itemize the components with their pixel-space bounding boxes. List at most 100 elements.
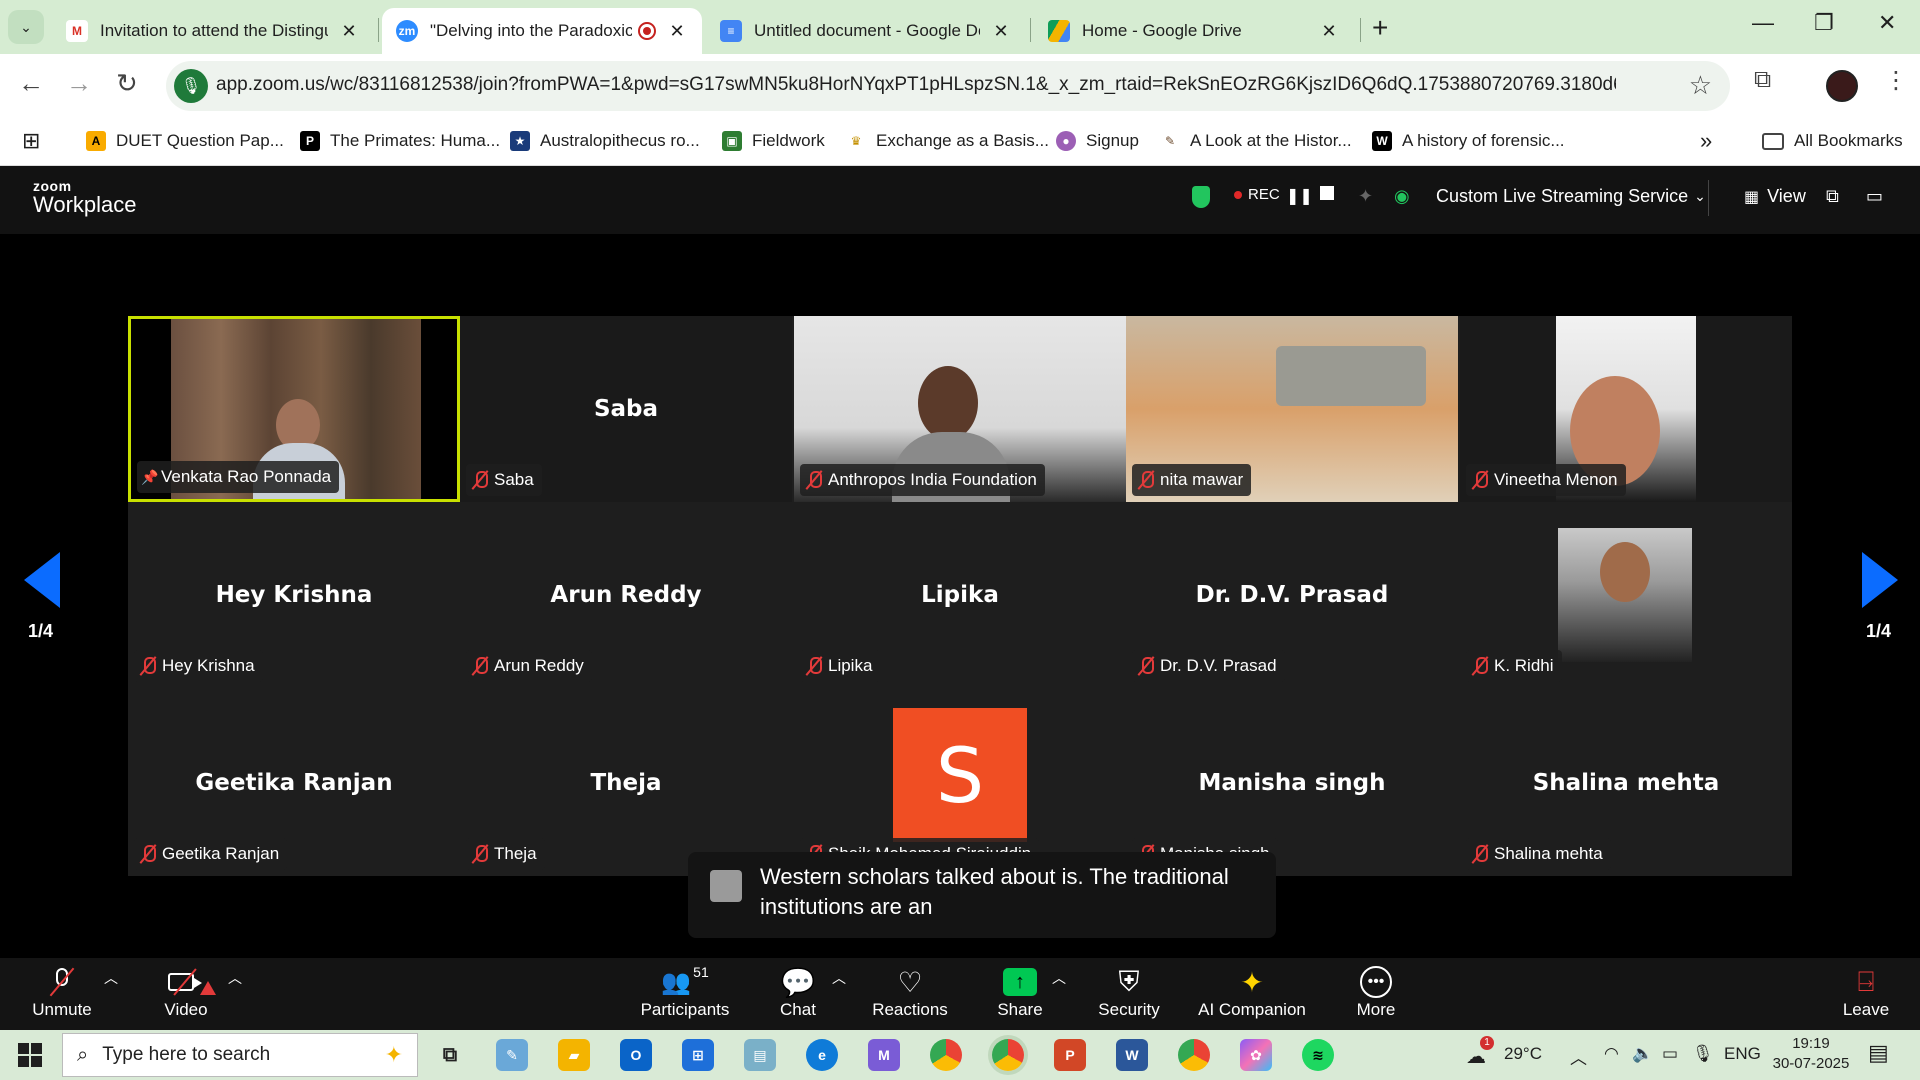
microsoft-365-icon[interactable]: M <box>868 1039 900 1071</box>
windows-start-icon[interactable] <box>18 1043 42 1067</box>
new-tab-button[interactable]: + <box>1372 12 1388 44</box>
close-icon[interactable]: ✕ <box>338 21 360 42</box>
bookmark-item[interactable]: A DUET Question Pap... <box>86 126 284 156</box>
bookmark-item[interactable]: ♛ Exchange as a Basis... <box>846 126 1049 156</box>
participant-tile[interactable]: Vineetha Menon <box>1460 316 1792 502</box>
pip-icon[interactable]: ⧉ <box>1826 186 1839 207</box>
file-explorer-icon[interactable]: ▰ <box>558 1039 590 1071</box>
language-indicator[interactable]: ENG <box>1724 1044 1761 1064</box>
menu-kebab-icon[interactable]: ⋮ <box>1884 66 1908 95</box>
battery-icon[interactable]: ▭ <box>1662 1044 1678 1064</box>
edge-browser-icon[interactable]: e <box>806 1039 838 1071</box>
more-bookmarks-button[interactable]: » <box>1700 126 1712 156</box>
next-page-arrow-icon[interactable] <box>1862 552 1898 608</box>
chat-button[interactable]: 💬 Chat <box>770 964 826 1020</box>
participant-tile[interactable]: Saba Saba <box>460 316 792 502</box>
chat-options-caret-icon[interactable]: ︿ <box>832 968 846 988</box>
restore-icon[interactable]: ❐ <box>1814 10 1834 36</box>
microphone-tray-icon[interactable]: 🎙 <box>1692 1044 1714 1064</box>
bookmark-item[interactable]: ● Signup <box>1056 126 1139 156</box>
participant-tile[interactable]: S Shaik Mohamed Sirajuddin <box>794 690 1126 876</box>
participant-tile[interactable]: Arun Reddy Arun Reddy <box>460 502 792 688</box>
audio-options-caret-icon[interactable]: ︿ <box>104 968 118 988</box>
forward-icon[interactable]: → <box>66 68 92 99</box>
share-button[interactable]: ↑ Share <box>992 964 1048 1020</box>
powerpoint-icon[interactable]: P <box>1054 1039 1086 1071</box>
task-view-icon[interactable]: ⧉ <box>434 1039 466 1071</box>
stop-recording-icon[interactable] <box>1320 186 1334 200</box>
microphone-icon[interactable]: 🎙 <box>174 69 208 103</box>
participant-tile[interactable]: Shalina mehta Shalina mehta <box>1460 690 1792 876</box>
tab-zoom-meeting[interactable]: zm "Delving into the Paradoxic ✕ <box>382 8 702 54</box>
bookmark-item[interactable]: P The Primates: Huma... <box>300 126 500 156</box>
notifications-icon[interactable]: ▤ <box>1868 1040 1889 1066</box>
address-bar[interactable]: 🎙 app.zoom.us/wc/83116812538/join?fromPW… <box>166 61 1730 111</box>
bookmark-item[interactable]: ✎ A Look at the Histor... <box>1160 126 1352 156</box>
bookmark-item[interactable]: ▣ Fieldwork <box>722 126 825 156</box>
extensions-icon[interactable]: ⧉ <box>1754 66 1771 94</box>
close-icon[interactable]: ✕ <box>990 21 1012 42</box>
leave-button[interactable]: ⍈ Leave <box>1842 964 1890 1020</box>
bookmark-item[interactable]: W A history of forensic... <box>1372 126 1565 156</box>
recording-indicator[interactable]: REC <box>1234 186 1280 203</box>
bookmark-item[interactable]: ★ Australopithecus ro... <box>510 126 700 156</box>
participant-tile[interactable]: Hey Krishna Hey Krishna <box>128 502 460 688</box>
participant-tile[interactable]: Geetika Ranjan Geetika Ranjan <box>128 690 460 876</box>
participants-button[interactable]: 👥 51 Participants <box>640 964 730 1020</box>
back-icon[interactable]: ← <box>18 68 44 99</box>
spotify-icon[interactable]: ≋ <box>1302 1039 1334 1071</box>
video-button[interactable]: Video <box>156 964 216 1020</box>
paint-app-icon[interactable]: ✎ <box>496 1039 528 1071</box>
taskbar-search-box[interactable]: ⌕ Type here to search ✦ <box>62 1033 418 1077</box>
pause-recording-icon[interactable]: ❚❚ <box>1286 186 1313 206</box>
bookmark-star-icon[interactable]: ☆ <box>1689 70 1712 101</box>
participant-tile[interactable]: Theja Theja <box>460 690 792 876</box>
wifi-icon[interactable]: ◠ <box>1604 1044 1619 1064</box>
ai-sparkle-icon[interactable]: ✦ <box>1358 186 1373 207</box>
encryption-shield-icon[interactable] <box>1192 186 1210 208</box>
fullscreen-icon[interactable]: ▭ <box>1866 186 1883 207</box>
share-options-caret-icon[interactable]: ︿ <box>1052 968 1066 988</box>
close-icon[interactable]: ✕ <box>1318 21 1340 42</box>
notepad-app-icon[interactable]: ▤ <box>744 1039 776 1071</box>
close-icon[interactable]: ✕ <box>666 21 688 42</box>
apps-grid-icon[interactable]: ⊞ <box>22 126 40 156</box>
tab-google-docs[interactable]: ≡ Untitled document - Google Do ✕ <box>706 8 1026 54</box>
unmute-button[interactable]: Unmute <box>30 964 94 1020</box>
chrome-active-icon[interactable] <box>992 1039 1024 1071</box>
reload-icon[interactable]: ↻ <box>116 68 138 99</box>
minimize-icon[interactable]: — <box>1752 10 1774 36</box>
participant-tile[interactable]: Lipika Lipika <box>794 502 1126 688</box>
all-bookmarks-button[interactable]: All Bookmarks <box>1762 126 1903 156</box>
weather-temperature[interactable]: 29°C <box>1504 1044 1542 1064</box>
copilot-icon[interactable]: ✿ <box>1240 1039 1272 1071</box>
ai-companion-button[interactable]: ✦ AI Companion <box>1196 964 1308 1020</box>
live-streaming-dropdown[interactable]: Custom Live Streaming Service ⌄ <box>1436 186 1706 207</box>
more-button[interactable]: ••• More <box>1354 964 1398 1020</box>
profile-avatar[interactable] <box>1826 70 1858 102</box>
microsoft-store-icon[interactable]: ⊞ <box>682 1039 714 1071</box>
show-hidden-icons-chevron-icon[interactable]: ︿ <box>1570 1044 1587 1069</box>
view-button[interactable]: ▦ View <box>1744 186 1806 207</box>
live-stream-icon[interactable]: ◉ <box>1394 186 1410 207</box>
clock[interactable]: 19:19 30-07-2025 <box>1766 1034 1856 1074</box>
participant-tile[interactable]: nita mawar <box>1126 316 1458 502</box>
url-text[interactable]: app.zoom.us/wc/83116812538/join?fromPWA=… <box>216 74 1616 96</box>
tab-gmail[interactable]: M Invitation to attend the Distingu ✕ <box>52 8 374 54</box>
participant-tile[interactable]: Manisha singh Manisha singh <box>1126 690 1458 876</box>
participant-tile[interactable]: K. Ridhi <box>1460 502 1792 688</box>
chrome-icon[interactable] <box>930 1039 962 1071</box>
chrome-profile-icon[interactable] <box>1178 1039 1210 1071</box>
participant-tile[interactable]: Dr. D.V. Prasad Dr. D.V. Prasad <box>1126 502 1458 688</box>
word-icon[interactable]: W <box>1116 1039 1148 1071</box>
tab-search-button[interactable]: ⌄ <box>8 10 44 44</box>
participant-tile[interactable]: Anthropos India Foundation <box>794 316 1126 502</box>
previous-page-arrow-icon[interactable] <box>24 552 60 608</box>
tab-google-drive[interactable]: Home - Google Drive ✕ <box>1034 8 1354 54</box>
outlook-icon[interactable]: O <box>620 1039 652 1071</box>
participant-tile[interactable]: 📌 Venkata Rao Ponnada <box>128 316 460 502</box>
window-close-icon[interactable]: ✕ <box>1878 10 1896 36</box>
security-button[interactable]: ⛨ Security <box>1090 964 1168 1020</box>
video-options-caret-icon[interactable]: ︿ <box>228 968 242 988</box>
volume-icon[interactable]: 🔈 <box>1632 1044 1653 1064</box>
